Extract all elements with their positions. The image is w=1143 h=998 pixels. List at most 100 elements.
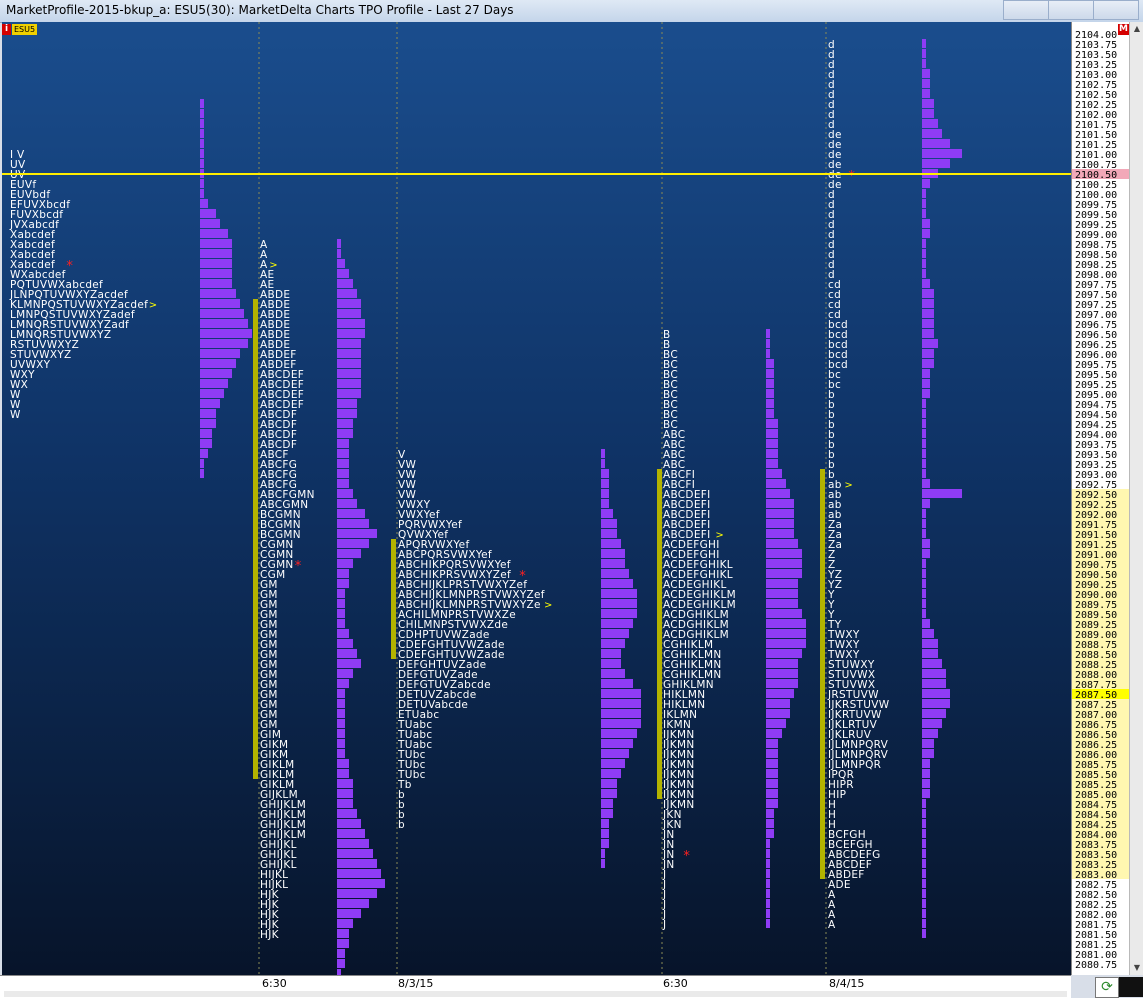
chart-menu-button[interactable]: M — [1118, 24, 1129, 35]
histogram-bar — [766, 429, 778, 438]
histogram-bar — [922, 59, 926, 68]
histogram-bar — [922, 929, 926, 938]
histogram-bar — [601, 569, 629, 578]
scroll-down-icon[interactable]: ▼ — [1132, 963, 1142, 973]
histogram-bar — [766, 769, 778, 778]
histogram-bar — [922, 399, 926, 408]
histogram-bar — [922, 229, 930, 238]
histogram-bar — [337, 649, 357, 658]
opening-arrow-icon: > — [149, 300, 157, 311]
histogram-bar — [337, 539, 369, 548]
histogram-bar — [337, 839, 369, 848]
histogram-bar — [200, 329, 252, 338]
histogram-bar — [200, 429, 212, 438]
vertical-scrollbar[interactable]: ▲ ▼ — [1129, 22, 1143, 975]
histogram-bar — [922, 879, 926, 888]
histogram-bar — [200, 119, 204, 128]
histogram-bar — [337, 629, 349, 638]
histogram-bar — [337, 299, 361, 308]
histogram-bar — [766, 589, 798, 598]
histogram-bar — [922, 589, 926, 598]
histogram-bar — [922, 489, 962, 498]
poc-star-icon: * — [66, 259, 73, 274]
histogram-bar — [337, 239, 341, 248]
histogram-bar — [200, 139, 204, 148]
histogram-bar — [922, 889, 926, 898]
tpo-letters: J — [662, 919, 666, 931]
close-button[interactable] — [1093, 0, 1139, 20]
histogram-bar — [601, 849, 605, 858]
histogram-bar — [922, 799, 926, 808]
histogram-bar — [601, 749, 629, 758]
poc-star-icon: * — [683, 849, 690, 864]
histogram-bar — [922, 719, 942, 728]
histogram-bar — [337, 929, 349, 938]
histogram-bar — [337, 529, 377, 538]
histogram-bar — [922, 739, 934, 748]
histogram-bar — [922, 709, 946, 718]
poc-star-icon: * — [295, 559, 302, 574]
histogram-bar — [922, 569, 926, 578]
histogram-bar — [766, 679, 798, 688]
minimize-button[interactable] — [1003, 0, 1049, 20]
tpo-letters: b — [398, 819, 405, 831]
histogram-bar — [601, 729, 637, 738]
histogram-bar — [337, 879, 385, 888]
histogram-bar — [766, 489, 790, 498]
histogram-bar — [337, 339, 361, 348]
histogram-bar — [337, 349, 361, 358]
histogram-bar — [601, 459, 605, 468]
histogram-bar — [337, 509, 365, 518]
histogram-bar — [766, 449, 778, 458]
tpo-chart-area[interactable]: I VUVUVEUVfEUVbdfEFUVXbcdfFUVXbcdfJVXabc… — [2, 22, 1071, 975]
histogram-bar — [766, 859, 770, 868]
histogram-bar — [200, 409, 216, 418]
histogram-bar — [922, 659, 942, 668]
histogram-bar — [766, 389, 774, 398]
histogram-bar — [922, 899, 926, 908]
histogram-bar — [337, 489, 353, 498]
histogram-bar — [200, 189, 204, 198]
histogram-bar — [601, 779, 617, 788]
histogram-bar — [337, 429, 353, 438]
histogram-bar — [200, 449, 208, 458]
histogram-bar — [922, 259, 926, 268]
histogram-bar — [337, 419, 353, 428]
histogram-bar — [922, 139, 950, 148]
histogram-bar — [601, 759, 625, 768]
histogram-bar — [922, 299, 934, 308]
histogram-bar — [601, 579, 633, 588]
histogram-bar — [766, 779, 778, 788]
histogram-bar — [337, 739, 345, 748]
histogram-bar — [337, 399, 357, 408]
histogram-bar — [337, 659, 361, 668]
histogram-bar — [337, 589, 345, 598]
symbol-badge[interactable]: i ESU5 — [2, 24, 38, 35]
price-axis[interactable]: 2104.00 2103.75 2103.50 2103.25 2103.00 2102.… — [1071, 22, 1130, 975]
histogram-bar — [766, 689, 794, 698]
histogram-bar — [337, 889, 377, 898]
horizontal-scrollbar[interactable] — [4, 991, 1067, 997]
histogram-bar — [922, 769, 930, 778]
refresh-icon[interactable]: ⟳ — [1095, 977, 1119, 998]
histogram-bar — [200, 339, 248, 348]
histogram-bar — [200, 259, 232, 268]
histogram-bar — [601, 559, 625, 568]
histogram-bar — [601, 809, 613, 818]
histogram-bar — [922, 629, 934, 638]
histogram-bar — [337, 309, 361, 318]
histogram-bar — [766, 879, 770, 888]
tpo-chart: I VUVUVEUVfEUVbdfEFUVXbcdfFUVXbcdfJVXabc… — [2, 22, 1071, 975]
histogram-bar — [922, 849, 926, 858]
maximize-button[interactable] — [1048, 0, 1094, 20]
scroll-up-icon[interactable]: ▲ — [1132, 24, 1142, 34]
histogram-bar — [337, 909, 361, 918]
price-axis-labels: 2104.002103.752103.502103.252103.002102.… — [1072, 30, 1130, 971]
histogram-bar — [922, 379, 930, 388]
histogram-bar — [337, 599, 345, 608]
histogram-bar — [337, 819, 361, 828]
histogram-bar — [337, 379, 361, 388]
histogram-bar — [922, 89, 930, 98]
info-icon[interactable]: i — [2, 24, 11, 35]
histogram-bar — [337, 369, 361, 378]
